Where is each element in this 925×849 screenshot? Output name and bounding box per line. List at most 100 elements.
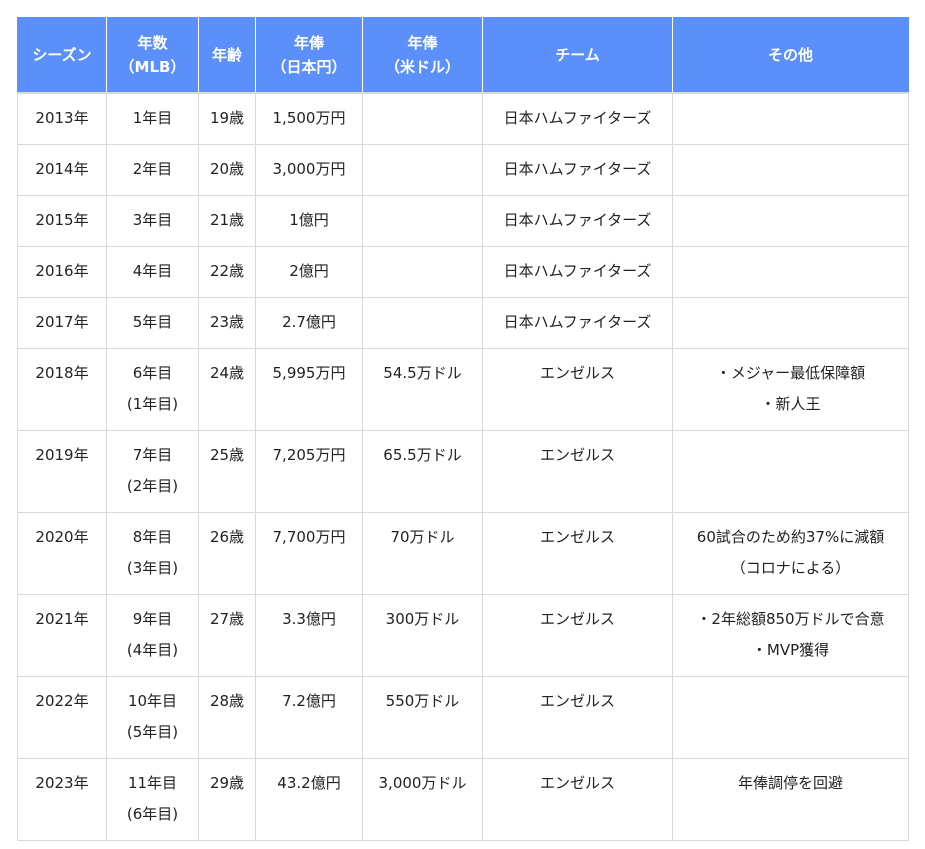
cell-notes: [672, 676, 909, 759]
cell-years-mlb-line: 7年目: [132, 446, 173, 464]
cell-salary-yen-line: 43.2億円: [277, 774, 341, 792]
cell-years-mlb-line: 10年目: [127, 692, 178, 710]
cell-salary-yen-line: 2億円: [289, 262, 329, 280]
cell-age: 26歳: [198, 512, 256, 595]
cell-team: エンゼルス: [482, 758, 673, 841]
cell-age: 22歳: [198, 246, 256, 298]
cell-team-line: エンゼルス: [539, 692, 615, 710]
cell-season-line: 2020年: [35, 528, 89, 546]
cell-years-mlb: 4年目: [106, 246, 199, 298]
cell-age-line: 26歳: [209, 528, 245, 546]
cell-years-mlb-line: 8年目: [132, 528, 173, 546]
header-season-line: シーズン: [32, 46, 92, 64]
cell-season: 2019年: [17, 430, 107, 513]
cell-notes: [672, 92, 909, 145]
table-row: 2022年 10年目 (5年目) 28歳 7.2億円 550万ドル エンゼルス: [17, 676, 909, 759]
header-salary-usd-line: 年俸: [407, 34, 438, 52]
cell-salary-usd: [362, 297, 483, 349]
cell-salary-yen: 2.7億円: [255, 297, 363, 349]
cell-salary-yen-line: 7.2億円: [282, 692, 336, 710]
cell-age-line: 25歳: [209, 446, 245, 464]
cell-age-line: 24歳: [209, 364, 245, 382]
header-team-line: チーム: [555, 46, 600, 64]
cell-salary-usd-line: 70万ドル: [390, 528, 455, 546]
cell-salary-yen: 3,000万円: [255, 144, 363, 196]
cell-season-line: 2019年: [35, 446, 89, 464]
cell-salary-usd: 54.5万ドル: [362, 348, 483, 431]
cell-salary-yen-line: 2.7億円: [282, 313, 336, 331]
cell-season: 2014年: [17, 144, 107, 196]
cell-notes-line: 年俸調停を回避: [737, 774, 843, 792]
cell-age: 25歳: [198, 430, 256, 513]
cell-salary-yen: 1,500万円: [255, 92, 363, 145]
cell-salary-usd: [362, 92, 483, 145]
cell-years-mlb-line: (4年目): [126, 641, 179, 659]
cell-salary-yen-line: 7,205万円: [272, 446, 346, 464]
cell-season-line: 2022年: [35, 692, 89, 710]
cell-years-mlb-line: (5年目): [126, 723, 179, 741]
cell-years-mlb: 7年目 (2年目): [106, 430, 199, 513]
cell-years-mlb-line: 3年目: [132, 211, 173, 229]
header-season: シーズン: [17, 17, 107, 94]
cell-age: 23歳: [198, 297, 256, 349]
header-salary-yen-line: 年俸: [293, 34, 324, 52]
table-row: 2018年 6年目 (1年目) 24歳 5,995万円 54.5万ドル エンゼルス ・メジャー…: [17, 348, 909, 431]
cell-salary-usd: 300万ドル: [362, 594, 483, 677]
cell-season-line: 2021年: [35, 610, 89, 628]
cell-years-mlb-line: (1年目): [126, 395, 179, 413]
cell-years-mlb-line: 9年目: [132, 610, 173, 628]
cell-notes: 60試合のため約37%に減額 （コロナによる）: [672, 512, 909, 595]
cell-salary-usd-line: 65.5万ドル: [383, 446, 462, 464]
cell-years-mlb: 6年目 (1年目): [106, 348, 199, 431]
cell-salary-usd: 65.5万ドル: [362, 430, 483, 513]
cell-team: 日本ハムファイターズ: [482, 92, 673, 145]
header-years-mlb-line: （MLB）: [119, 58, 186, 76]
header-age-line: 年齢: [211, 46, 242, 64]
cell-notes: [672, 430, 909, 513]
cell-age: 27歳: [198, 594, 256, 677]
cell-salary-usd: [362, 195, 483, 247]
cell-salary-yen-line: 7,700万円: [272, 528, 346, 546]
cell-age: 20歳: [198, 144, 256, 196]
cell-salary-usd: 3,000万ドル: [362, 758, 483, 841]
cell-notes: [672, 195, 909, 247]
cell-team-line: エンゼルス: [539, 774, 615, 792]
cell-years-mlb: 2年目: [106, 144, 199, 196]
cell-team: エンゼルス: [482, 594, 673, 677]
cell-salary-usd: 550万ドル: [362, 676, 483, 759]
cell-team-line: エンゼルス: [539, 610, 615, 628]
table-row: 2019年 7年目 (2年目) 25歳 7,205万円 65.5万ドル エンゼルス: [17, 430, 909, 513]
header-salary-yen-line: （日本円）: [271, 58, 347, 76]
cell-salary-usd-line: 3,000万ドル: [378, 774, 467, 792]
table-header: シーズン 年数 （MLB） 年齢 年俸 （日本円） 年俸 （米ドル） チーム その他: [17, 17, 909, 94]
cell-notes: ・メジャー最低保障額 ・新人王: [672, 348, 909, 431]
cell-salary-usd: [362, 246, 483, 298]
cell-salary-yen-line: 3.3億円: [282, 610, 336, 628]
cell-notes-line: 60試合のため約37%に減額: [696, 528, 885, 546]
cell-years-mlb: 1年目: [106, 92, 199, 145]
cell-salary-yen: 1億円: [255, 195, 363, 247]
cell-years-mlb-line: 1年目: [132, 109, 173, 127]
header-salary-usd-line: （米ドル）: [384, 58, 460, 76]
cell-salary-yen-line: 1,500万円: [272, 109, 346, 127]
header-notes-line: その他: [767, 46, 813, 64]
header-row: シーズン 年数 （MLB） 年齢 年俸 （日本円） 年俸 （米ドル） チーム その他: [17, 17, 909, 94]
header-team: チーム: [482, 17, 673, 94]
cell-notes: [672, 246, 909, 298]
header-salary-usd: 年俸 （米ドル）: [362, 17, 483, 94]
cell-salary-yen: 7,700万円: [255, 512, 363, 595]
cell-age-line: 23歳: [209, 313, 245, 331]
cell-season: 2015年: [17, 195, 107, 247]
cell-team-line: 日本ハムファイターズ: [503, 313, 652, 331]
table-row: 2020年 8年目 (3年目) 26歳 7,700万円 70万ドル エンゼルス 60試合のため…: [17, 512, 909, 595]
cell-notes: ・2年総額850万ドルで合意 ・MVP獲得: [672, 594, 909, 677]
cell-team: エンゼルス: [482, 512, 673, 595]
cell-season-line: 2018年: [35, 364, 89, 382]
cell-season-line: 2015年: [35, 211, 89, 229]
cell-season-line: 2013年: [35, 109, 89, 127]
cell-season: 2016年: [17, 246, 107, 298]
cell-season: 2021年: [17, 594, 107, 677]
cell-team: 日本ハムファイターズ: [482, 297, 673, 349]
cell-years-mlb-line: 5年目: [132, 313, 173, 331]
cell-season-line: 2016年: [35, 262, 89, 280]
